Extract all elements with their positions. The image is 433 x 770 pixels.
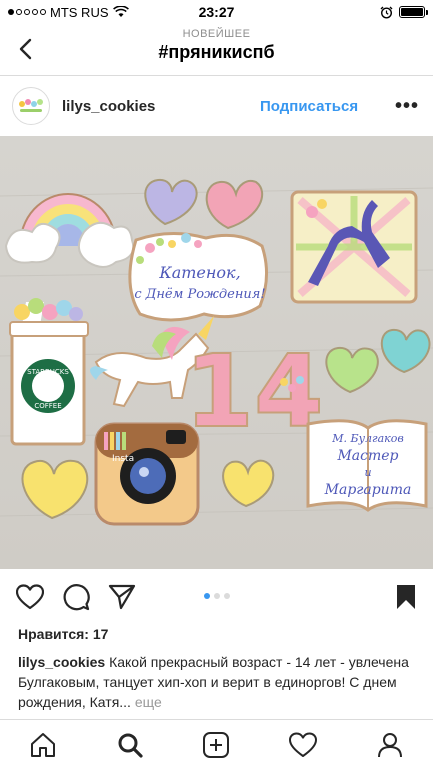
starbucks-text-bottom: COFFEE <box>34 402 61 410</box>
search-icon <box>118 733 143 758</box>
status-bar: MTS RUS 23:27 <box>0 0 433 24</box>
carousel-pager <box>203 593 230 599</box>
caption-ellipsis: ... <box>119 694 131 710</box>
profile-icon <box>377 733 402 758</box>
comment-icon <box>63 584 90 611</box>
comment-button[interactable] <box>60 581 92 613</box>
book-text-line2: Мастер <box>336 448 398 464</box>
starbucks-cookie: STARBUCKS COFFEE <box>9 298 89 446</box>
nav-header: НОВЕЙШЕЕ #пряникиспб <box>0 24 433 76</box>
heart-icon <box>16 584 44 610</box>
activity-icon <box>289 732 318 757</box>
tab-home[interactable] <box>23 725 63 765</box>
alarm-icon <box>380 6 393 19</box>
post-username[interactable]: lilys_cookies <box>62 98 155 115</box>
more-options-button[interactable]: ••• <box>395 95 419 118</box>
tab-search[interactable] <box>110 725 150 765</box>
share-button[interactable] <box>106 581 138 613</box>
avatar-logo-icon <box>19 99 43 112</box>
number-14-text: 14 <box>184 333 323 450</box>
likes-count[interactable]: Нравится: 17 <box>18 626 108 642</box>
plaque-cookie: Катенок, с Днём Рождения! <box>128 231 268 322</box>
insta-text: Insta <box>112 454 134 464</box>
like-button[interactable] <box>14 581 46 613</box>
plaque-text-line1: Катенок, <box>158 263 240 282</box>
post-caption: lilys_cookies Какой прекрасный возраст -… <box>18 652 418 712</box>
home-icon <box>31 733 56 757</box>
carrier-label: MTS RUS <box>50 4 109 20</box>
save-button[interactable] <box>390 581 422 613</box>
signal-icon <box>8 9 46 15</box>
post-header: lilys_cookies Подписаться ••• <box>0 77 433 135</box>
pager-dot <box>213 593 220 599</box>
plaque-text-line2: с Днём Рождения! <box>134 287 265 302</box>
page-title: #пряникиспб <box>158 42 275 62</box>
nav-titles: НОВЕЙШЕЕ #пряникиспб <box>60 28 373 63</box>
tab-bar <box>0 719 433 770</box>
book-text-line1: М. Булгаков <box>331 432 403 445</box>
caption-username[interactable]: lilys_cookies <box>18 654 105 670</box>
tab-profile[interactable] <box>370 725 410 765</box>
post-photo[interactable]: Катенок, с Днём Рождения! STARBUCKS COFF… <box>0 136 433 569</box>
follow-button[interactable]: Подписаться <box>260 98 358 115</box>
back-button[interactable] <box>10 34 40 64</box>
instagram-cookie: Insta <box>94 422 200 526</box>
status-right <box>380 6 428 19</box>
add-icon <box>203 732 230 758</box>
page-subtitle: НОВЕЙШЕЕ <box>182 28 251 40</box>
caption-more-link[interactable]: еще <box>135 694 162 710</box>
post-actions <box>0 577 433 617</box>
dancer-cookie <box>290 190 418 304</box>
bookmark-icon <box>397 585 415 609</box>
tab-add[interactable] <box>196 725 236 765</box>
send-icon <box>108 584 136 610</box>
book-cookie: М. Булгаков Мастер и Маргарита <box>306 419 428 512</box>
clock-time: 23:27 <box>198 4 235 20</box>
book-text-line4: Маргарита <box>324 482 412 498</box>
pager-dot <box>223 593 230 599</box>
battery-icon <box>399 6 428 18</box>
wifi-icon <box>112 6 129 17</box>
cookies-photo: Катенок, с Днём Рождения! STARBUCKS COFF… <box>0 136 433 569</box>
avatar[interactable] <box>12 87 50 125</box>
starbucks-text-top: STARBUCKS <box>27 368 69 376</box>
chevron-left-icon <box>19 38 32 60</box>
pager-dot <box>203 593 210 599</box>
number-14-cookie: 14 <box>183 332 324 451</box>
tab-activity[interactable] <box>283 725 323 765</box>
book-text-line3: и <box>364 466 371 479</box>
status-left: MTS RUS <box>8 5 129 20</box>
